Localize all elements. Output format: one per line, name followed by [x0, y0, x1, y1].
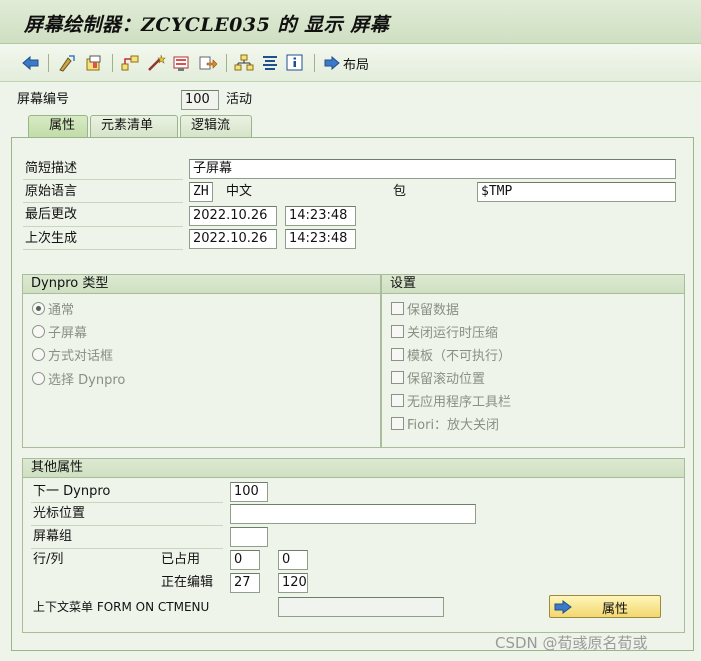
checkbox-icon [391, 325, 404, 338]
radio-selected-icon [32, 302, 45, 315]
editing-row-field[interactable]: 27 [230, 573, 260, 593]
checkbox-icon [391, 348, 404, 361]
application-toolbar: 布局 [0, 44, 701, 82]
package-label: 包 [393, 184, 407, 199]
last-generated-time-field[interactable]: 14:23:48 [285, 229, 356, 249]
screen-group-label: 屏幕组 [33, 529, 73, 544]
context-menu-label: 上下文菜单 FORM ON CTMENU [33, 600, 210, 614]
screen-number-label: 屏幕编号 [17, 92, 70, 107]
attributes-button[interactable]: 属性 [549, 595, 661, 618]
radio-subscreen-label: 子屏幕 [48, 326, 88, 341]
package-field[interactable]: $TMP [477, 182, 676, 202]
last-generated-label: 上次生成 [25, 231, 78, 246]
tab-element-list-label: 元素清单 [101, 118, 154, 133]
align-icon[interactable] [260, 52, 280, 74]
occupied-row-field[interactable]: 0 [230, 550, 260, 570]
last-changed-label: 最后更改 [25, 207, 78, 222]
title-bar: 屏幕绘制器：ZCYCLE035 的 显示 屏幕 [0, 0, 701, 44]
checkbox-no-compression-label: 关闭运行时压缩 [407, 326, 499, 341]
row-col-label: 行/列 [33, 552, 64, 567]
tab-attributes[interactable]: 属性 [28, 115, 88, 137]
info-icon[interactable] [286, 52, 304, 74]
tab-element-list[interactable]: 元素清单 [90, 115, 178, 137]
settings-group: 设置 保留数据 关闭运行时压缩 模板（不可执行） 保留滚动位置 无应用程序工具栏… [381, 274, 685, 448]
attributes-button-label: 属性 [602, 602, 629, 617]
checkbox-icon [391, 371, 404, 384]
display-change-icon[interactable] [58, 52, 78, 74]
dynpro-type-group: Dynpro 类型 通常 子屏幕 方式对话框 选择 Dynpro [22, 274, 381, 448]
radio-unselected-icon [32, 372, 45, 385]
screen-group-field[interactable] [230, 527, 268, 547]
orig-lang-code-field[interactable]: ZH [189, 182, 213, 202]
checkbox-icon [391, 302, 404, 315]
radio-modal-dialog[interactable]: 方式对话框 [32, 345, 113, 364]
radio-normal[interactable]: 通常 [32, 299, 74, 318]
next-dynpro-label: 下一 Dynpro [33, 484, 111, 499]
tab-flow-logic[interactable]: 逻辑流 [180, 115, 252, 137]
other-object-icon[interactable] [84, 52, 104, 74]
short-desc-label: 简短描述 [25, 161, 78, 176]
last-generated-date-field[interactable]: 2022.10.26 [189, 229, 277, 249]
checkbox-hold-scroll-label: 保留滚动位置 [407, 372, 486, 387]
checkbox-template[interactable]: 模板（不可执行） [391, 345, 511, 364]
screen-number-field[interactable]: 100 [181, 90, 219, 110]
editing-label: 正在编辑 [161, 575, 214, 590]
window-title: 屏幕绘制器：ZCYCLE035 的 显示 屏幕 [24, 14, 390, 36]
checkbox-icon [391, 394, 404, 407]
editing-col-field[interactable]: 120 [278, 573, 308, 593]
tab-flow-logic-label: 逻辑流 [191, 118, 231, 133]
orig-lang-label: 原始语言 [25, 184, 78, 199]
next-dynpro-field[interactable]: 100 [230, 482, 268, 502]
layout-button[interactable]: 布局 [324, 52, 369, 74]
layout-button-label: 布局 [343, 57, 370, 73]
radio-normal-label: 通常 [48, 303, 75, 318]
radio-unselected-icon [32, 348, 45, 361]
tree-structure-icon[interactable] [234, 52, 254, 74]
radio-unselected-icon [32, 325, 45, 338]
checkbox-icon [391, 417, 404, 430]
forward-arrow-icon [554, 600, 572, 614]
forward-arrow-icon [324, 56, 340, 70]
occupied-label: 已占用 [161, 552, 201, 567]
occupied-col-field[interactable]: 0 [278, 550, 308, 570]
dynpro-type-title: Dynpro 类型 [23, 275, 380, 294]
radio-selection-dynpro-label: 选择 Dynpro [48, 373, 126, 388]
last-changed-date-field[interactable]: 2022.10.26 [189, 206, 277, 226]
magic-wand-icon[interactable] [146, 52, 166, 74]
settings-title: 设置 [382, 275, 684, 294]
cursor-position-field[interactable] [230, 504, 476, 524]
checkbox-hold-data[interactable]: 保留数据 [391, 299, 459, 318]
checkbox-template-label: 模板（不可执行） [407, 349, 512, 364]
checkbox-hold-scroll[interactable]: 保留滚动位置 [391, 368, 485, 387]
hierarchy-icon[interactable] [120, 52, 140, 74]
last-changed-time-field[interactable]: 14:23:48 [285, 206, 356, 226]
other-attributes-title: 其他属性 [23, 459, 684, 478]
checkbox-fiori-zoom-label: Fiori：放大关闭 [407, 418, 500, 433]
checkbox-no-app-toolbar[interactable]: 无应用程序工具栏 [391, 391, 511, 410]
radio-selection-dynpro[interactable]: 选择 Dynpro [32, 369, 125, 388]
cursor-position-label: 光标位置 [33, 506, 86, 521]
checkbox-no-compression[interactable]: 关闭运行时压缩 [391, 322, 498, 341]
radio-subscreen[interactable]: 子屏幕 [32, 322, 87, 341]
orig-lang-name: 中文 [226, 184, 253, 199]
short-desc-field[interactable]: 子屏幕 [189, 159, 676, 179]
screen-status: 活动 [226, 92, 253, 107]
screen-layout-icon[interactable] [172, 52, 192, 74]
context-menu-field[interactable] [278, 597, 444, 617]
radio-modal-dialog-label: 方式对话框 [48, 349, 114, 364]
checkbox-fiori-zoom[interactable]: Fiori：放大关闭 [391, 414, 499, 433]
back-arrow-icon[interactable] [22, 52, 40, 74]
checkbox-no-app-toolbar-label: 无应用程序工具栏 [407, 395, 512, 410]
export-icon[interactable] [198, 52, 218, 74]
checkbox-hold-data-label: 保留数据 [407, 303, 460, 318]
tab-attributes-label: 属性 [49, 118, 76, 133]
watermark-text: CSDN @荀彧原名荀或 [495, 634, 648, 652]
